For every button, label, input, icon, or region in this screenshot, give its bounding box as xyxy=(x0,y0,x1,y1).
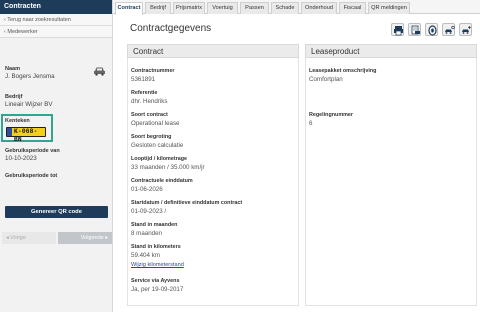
plate-label: Kenteken xyxy=(5,118,30,124)
field-label: Soort contract xyxy=(131,112,168,118)
field-value: 59.404 km xyxy=(131,252,160,259)
tab-bar: Contract Bedrijf Prijsmatrix Voertuig Pa… xyxy=(113,0,480,15)
car-icon xyxy=(94,67,105,76)
field-label: Service via Ayvens xyxy=(131,278,180,284)
tab-bedrijf[interactable]: Bedrijf xyxy=(145,2,171,14)
leaseproduct-panel-heading: Leaseproduct xyxy=(305,44,477,58)
eu-flag-icon xyxy=(7,128,12,136)
field-label: Stand in kilometers xyxy=(131,244,181,250)
tab-onderhoud[interactable]: Onderhoud xyxy=(301,2,337,14)
field-value: Ja, per 19-09-2017 xyxy=(131,286,184,293)
field-value: dhr. Hendriks xyxy=(131,98,168,105)
print-icon[interactable] xyxy=(391,23,404,36)
company-value: Lineair Wijzer BV xyxy=(5,101,53,108)
field-label: Stand in maanden xyxy=(131,222,178,228)
next-button[interactable]: Volgende ▸ xyxy=(58,232,112,244)
tab-passen[interactable]: Passen xyxy=(240,2,269,14)
tab-voertuig[interactable]: Voertuig xyxy=(207,2,238,14)
field-value: 5361891 xyxy=(131,76,156,83)
field-value: Operational lease xyxy=(131,120,180,127)
field-label: Regelingnummer xyxy=(309,112,354,118)
leaseproduct-panel xyxy=(305,58,477,306)
company-label: Bedrijf xyxy=(5,94,23,100)
pager: ◂ Vorige Volgende ▸ xyxy=(2,232,112,244)
field-value: 01-09-2023 / xyxy=(131,208,167,215)
plate-number: K-068-BN xyxy=(14,128,38,143)
back-to-results-link[interactable]: ‹ Terug naar zoekresultaten xyxy=(0,14,112,26)
field-value: 8 maanden xyxy=(131,230,162,237)
field-label: Contractuele einddatum xyxy=(131,178,193,184)
generate-qr-button[interactable]: Genereer QR code xyxy=(5,206,108,218)
field-label: Startdatum / definitieve einddatum contr… xyxy=(131,200,243,206)
sidebar-title: Contracten xyxy=(0,0,112,14)
field-value: Gesloten calculatie xyxy=(131,142,184,149)
field-label: Looptijd / kilometrage xyxy=(131,156,188,162)
tab-prijsmatrix[interactable]: Prijsmatrix xyxy=(173,2,205,14)
name-value: J. Bogers Jensma xyxy=(5,73,55,80)
period-from-value: 10-10-2023 xyxy=(5,155,37,162)
field-value: Comfortplan xyxy=(309,76,343,83)
period-from-label: Gebruiksperiode van xyxy=(5,148,60,154)
car-add-icon[interactable] xyxy=(459,23,472,36)
tab-schade[interactable]: Schade xyxy=(271,2,299,14)
car-key-icon[interactable] xyxy=(442,23,455,36)
field-value: 01-06-2026 xyxy=(131,186,163,193)
field-label: Soort begroting xyxy=(131,134,172,140)
field-label: Contractnummer xyxy=(131,68,175,74)
field-label: Leasepakket omschrijving xyxy=(309,68,377,74)
vehicle-document-icon[interactable] xyxy=(408,23,421,36)
name-label: Naam xyxy=(5,66,20,72)
change-mileage-link[interactable]: Wijzig kilometerstand xyxy=(131,262,184,268)
period-to-label: Gebruiksperiode tot xyxy=(5,173,58,179)
field-value: 6 xyxy=(309,120,313,127)
field-label: Referentie xyxy=(131,90,158,96)
tab-qr-meldingen[interactable]: QR meldingen xyxy=(368,2,410,14)
contract-panel-heading: Contract xyxy=(127,44,299,58)
tab-fiscaal[interactable]: Fiscaal xyxy=(339,2,366,14)
page-title: Contractgegevens xyxy=(130,23,212,34)
license-plate: K-068-BN xyxy=(6,127,46,143)
employee-link[interactable]: ‹ Medewerker xyxy=(0,26,112,38)
tab-contract[interactable]: Contract xyxy=(115,2,143,15)
previous-button[interactable]: ◂ Vorige xyxy=(2,232,56,244)
field-value: 33 maanden / 35.000 km/jr xyxy=(131,164,205,171)
tire-icon[interactable] xyxy=(425,23,438,36)
